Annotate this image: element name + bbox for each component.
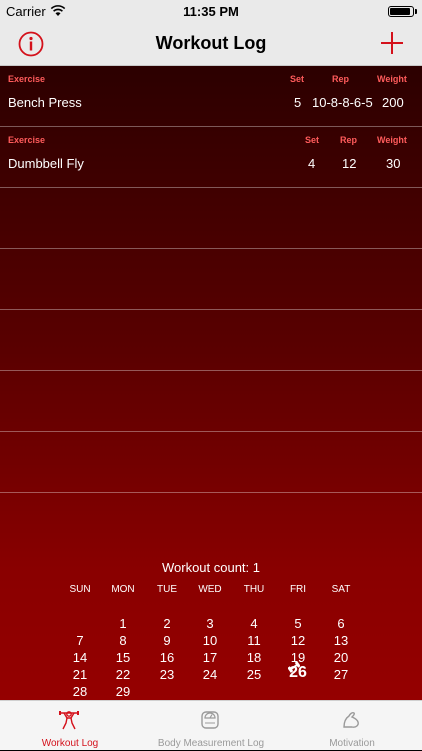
- calendar-day[interactable]: 8: [103, 633, 143, 648]
- weight-header: Weight: [377, 135, 407, 145]
- scale-icon: [201, 711, 219, 729]
- tab-label: Motivation: [329, 738, 375, 749]
- tab-label: Workout Log: [41, 738, 99, 749]
- weight-header: Weight: [377, 74, 407, 84]
- flexed-arm-icon: [343, 712, 359, 728]
- tab-label: Body Measurement Log: [157, 738, 265, 749]
- calendar-day[interactable]: 22: [103, 667, 143, 682]
- calendar-day[interactable]: 27: [321, 667, 361, 682]
- battery-icon: [388, 6, 417, 17]
- calendar-day[interactable]: 23: [147, 667, 187, 682]
- rep-value: 12: [342, 156, 357, 171]
- calendar-day[interactable]: 28: [60, 684, 100, 699]
- rep-header: Rep: [340, 135, 358, 145]
- weightlifter-icon: [59, 711, 79, 730]
- calendar-day[interactable]: 5: [278, 616, 318, 631]
- exercise-header: Exercise: [8, 135, 46, 145]
- set-header: Set: [290, 74, 305, 84]
- calendar-day[interactable]: 29: [103, 684, 143, 699]
- empty-row[interactable]: [0, 249, 422, 310]
- calendar-day[interactable]: 21: [60, 667, 100, 682]
- add-icon[interactable]: [380, 31, 404, 55]
- calendar-day[interactable]: 12: [278, 633, 318, 648]
- calendar-day[interactable]: 4: [234, 616, 274, 631]
- calendar-day[interactable]: 3: [190, 616, 230, 631]
- set-value: 4: [308, 156, 316, 171]
- rep-header: Rep: [332, 74, 350, 84]
- empty-row[interactable]: [0, 310, 422, 371]
- exercise-name: Dumbbell Fly: [8, 156, 84, 171]
- calendar-day[interactable]: 11: [234, 633, 274, 648]
- calendar-day[interactable]: 7: [60, 633, 100, 648]
- empty-row[interactable]: [0, 432, 422, 493]
- status-bar: Carrier 11:35 PM: [0, 0, 422, 24]
- empty-row[interactable]: [0, 188, 422, 249]
- calendar-day[interactable]: 25: [234, 667, 274, 682]
- weekday-label: SUN: [69, 584, 91, 595]
- calendar-day[interactable]: 14: [60, 650, 100, 665]
- calendar-day[interactable]: 20: [321, 650, 361, 665]
- tab-motivation[interactable]: Motivation: [282, 701, 422, 751]
- calendar-day[interactable]: 10: [190, 633, 230, 648]
- workout-list: Exercise Set Rep Weight Bench Press 5 10…: [0, 66, 422, 700]
- workout-count: Workout count: 1: [161, 560, 261, 575]
- set-header: Set: [305, 135, 320, 145]
- calendar-day[interactable]: 1: [103, 616, 143, 631]
- dumbbell-marker-icon: [288, 661, 300, 673]
- rep-value: 10-8-8-6-5: [312, 95, 373, 110]
- weight-value: 200: [382, 95, 404, 110]
- calendar-day[interactable]: 15: [103, 650, 143, 665]
- weekday-label: TUE: [157, 584, 177, 595]
- calendar-day[interactable]: 17: [190, 650, 230, 665]
- weekday-label: SAT: [331, 584, 351, 595]
- calendar-day[interactable]: 18: [234, 650, 274, 665]
- calendar-day[interactable]: 9: [147, 633, 187, 648]
- page-title: Workout Log: [155, 33, 267, 53]
- navigation-bar: Workout Log: [0, 24, 422, 66]
- empty-row[interactable]: [0, 371, 422, 432]
- set-value: 5: [294, 95, 302, 110]
- weekday-label: FRI: [289, 584, 307, 595]
- tab-bar: Workout Log Body Measurement Log Motivat…: [0, 700, 422, 750]
- exercise-header: Exercise: [8, 74, 46, 84]
- tab-workout-log[interactable]: Workout Log: [0, 701, 140, 751]
- weight-value: 30: [386, 156, 401, 171]
- status-time: 11:35 PM: [183, 4, 239, 19]
- calendar-day[interactable]: 16: [147, 650, 187, 665]
- calendar-day[interactable]: 13: [321, 633, 361, 648]
- weekday-label: THU: [243, 584, 265, 595]
- exercise-name: Bench Press: [8, 95, 82, 110]
- calendar-day[interactable]: 6: [321, 616, 361, 631]
- workout-entry[interactable]: Exercise Set Rep Weight Dumbbell Fly 4 1…: [0, 127, 422, 188]
- workout-entry[interactable]: Exercise Set Rep Weight Bench Press 5 10…: [0, 66, 422, 127]
- tab-body-measurement-log[interactable]: Body Measurement Log: [141, 701, 281, 751]
- weekday-label: WED: [198, 584, 222, 595]
- calendar-day[interactable]: 24: [190, 667, 230, 682]
- weekday-label: MON: [111, 584, 135, 595]
- calendar-day[interactable]: 2: [147, 616, 187, 631]
